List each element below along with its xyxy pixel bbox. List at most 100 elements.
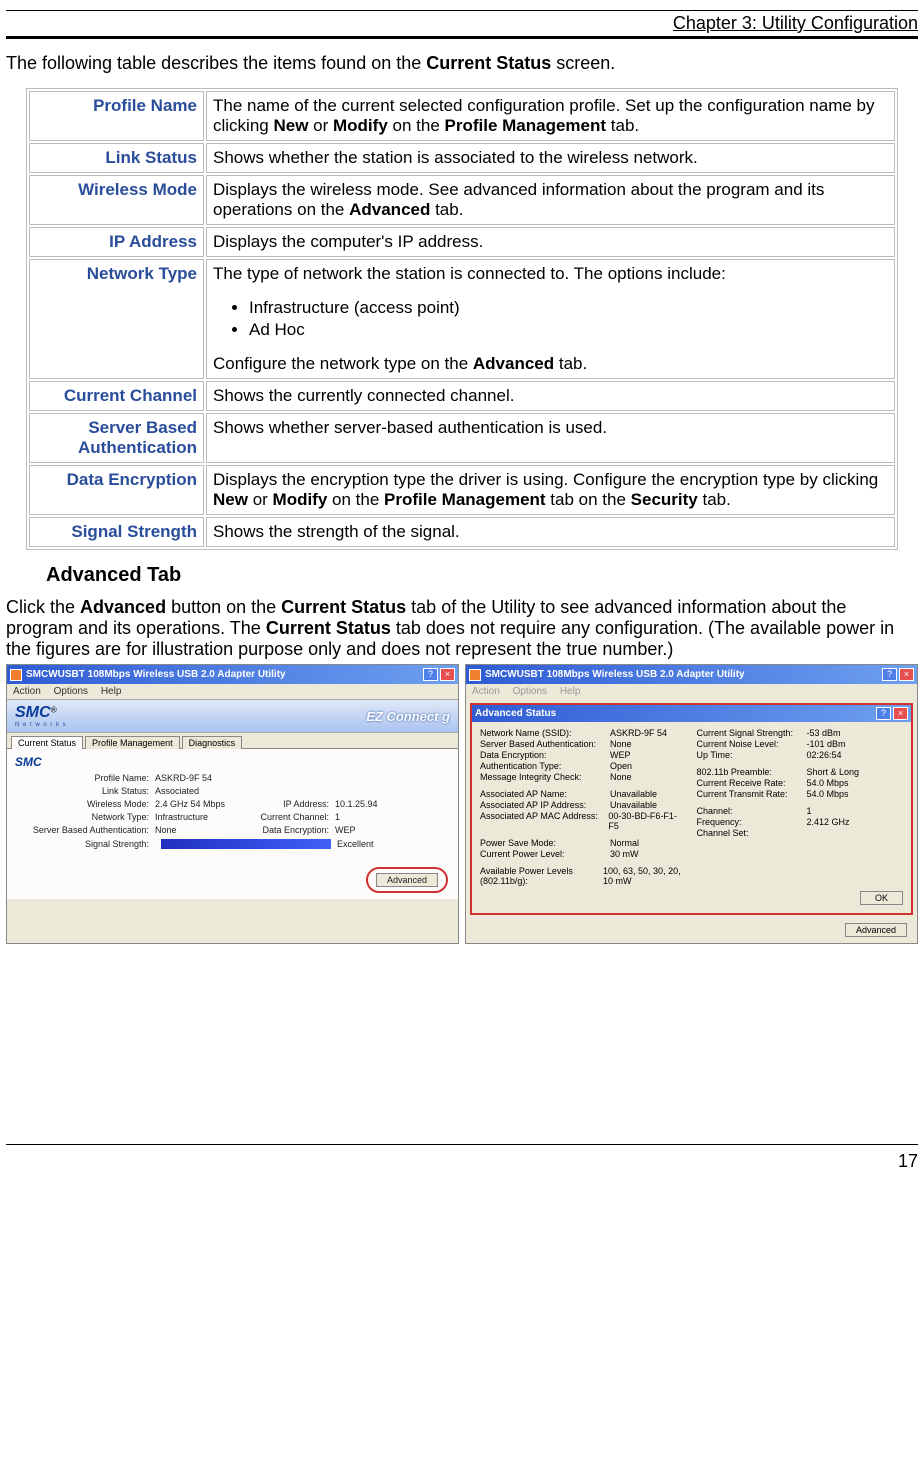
menu-options[interactable]: Options — [54, 686, 88, 697]
text: on the — [388, 116, 445, 135]
label: IP Address: — [255, 799, 335, 809]
titlebar-buttons: ? × — [423, 668, 455, 681]
close-button[interactable]: × — [440, 668, 455, 681]
app-icon — [10, 669, 22, 681]
bold-text: Profile Management — [445, 116, 607, 135]
label: Current Power Level: — [480, 849, 610, 859]
logo-subtext: N e t w o r k s — [15, 722, 67, 728]
value: 1 — [335, 812, 340, 822]
bold-text: New — [213, 490, 248, 509]
logo: SMC — [15, 704, 51, 721]
row-label: IP Address — [29, 227, 204, 257]
menu-help[interactable]: Help — [101, 686, 122, 697]
utility-window-current-status: SMCWUSBT 108Mbps Wireless USB 2.0 Adapte… — [6, 664, 459, 944]
bold-text: Modify — [273, 490, 328, 509]
ok-button[interactable]: OK — [860, 891, 903, 905]
text: tab. — [430, 200, 463, 219]
menu-bar: Action Options Help — [466, 684, 917, 699]
table-row: Profile Name The name of the current sel… — [29, 91, 895, 141]
value: 100, 63, 50, 30, 20, 10 mW — [603, 866, 686, 886]
tab-diagnostics[interactable]: Diagnostics — [182, 736, 243, 749]
text: or — [248, 490, 273, 509]
titlebar: SMCWUSBT 108Mbps Wireless USB 2.0 Adapte… — [7, 665, 458, 684]
tab-current-status[interactable]: Current Status — [11, 736, 83, 749]
text: Configure the network type on the — [213, 354, 473, 373]
row-desc: Shows the strength of the signal. — [206, 517, 895, 547]
dialog-body: Network Name (SSID):ASKRD-9F 54 Server B… — [472, 722, 911, 913]
ez-connect-label: EZ Connect g — [366, 709, 450, 724]
menu-action[interactable]: Action — [13, 686, 41, 697]
row-desc: Shows whether server-based authenticatio… — [206, 413, 895, 463]
help-button[interactable]: ? — [882, 668, 897, 681]
value: 1 — [807, 806, 812, 816]
label: 802.11b Preamble: — [697, 767, 807, 777]
menu-help: Help — [560, 686, 581, 697]
label: Frequency: — [697, 817, 807, 827]
label: Signal Strength: — [15, 839, 155, 849]
value: Normal — [610, 838, 639, 848]
titlebar-buttons: ? × — [882, 668, 914, 681]
menu-options: Options — [513, 686, 547, 697]
label: Current Transmit Rate: — [697, 789, 807, 799]
value: ASKRD-9F 54 — [610, 728, 667, 738]
value: 02:26:54 — [807, 750, 842, 760]
label: Available Power Levels (802.11b/g): — [480, 866, 603, 886]
bold-text: Profile Management — [384, 490, 546, 509]
section-intro: Click the Advanced button on the Current… — [6, 597, 918, 660]
dialog-title: Advanced Status — [475, 708, 876, 719]
text: tab. — [554, 354, 587, 373]
value: Excellent — [337, 839, 374, 849]
label: Network Type: — [15, 812, 155, 822]
utility-window-advanced-status: SMCWUSBT 108Mbps Wireless USB 2.0 Adapte… — [465, 664, 918, 944]
options-list: Infrastructure (access point) Ad Hoc — [231, 298, 888, 340]
label: Up Time: — [697, 750, 807, 760]
intro-text: The following table describes the items … — [6, 53, 426, 73]
label: Current Noise Level: — [697, 739, 807, 749]
label: Profile Name: — [15, 773, 155, 783]
bold-text: New — [273, 116, 308, 135]
advanced-highlight: Advanced — [366, 867, 448, 893]
dialog-title-buttons: ? × — [876, 707, 908, 720]
menu-action: Action — [472, 686, 500, 697]
table-row: Link Status Shows whether the station is… — [29, 143, 895, 173]
list-item: Infrastructure (access point) — [249, 298, 888, 318]
dialog-titlebar: Advanced Status ? × — [472, 705, 911, 722]
close-button[interactable]: × — [893, 707, 908, 720]
panel-body: SMC Profile Name:ASKRD-9F 54 Link Status… — [7, 749, 458, 899]
help-button[interactable]: ? — [876, 707, 891, 720]
value: 54.0 Mbps — [807, 789, 849, 799]
label: Wireless Mode: — [15, 799, 155, 809]
text: tab. — [698, 490, 731, 509]
advanced-button[interactable]: Advanced — [376, 873, 438, 887]
dialog-col-left: Network Name (SSID):ASKRD-9F 54 Server B… — [480, 728, 687, 887]
section-heading: Advanced Tab — [46, 564, 918, 587]
value: 54.0 Mbps — [807, 778, 849, 788]
table-row: Network Type The type of network the sta… — [29, 259, 895, 379]
bold-text: Advanced — [80, 597, 166, 617]
label: Current Signal Strength: — [697, 728, 807, 738]
text: or — [308, 116, 333, 135]
row-label: Data Encryption — [29, 465, 204, 515]
help-button[interactable]: ? — [423, 668, 438, 681]
close-button[interactable]: × — [899, 668, 914, 681]
row-desc: Shows whether the station is associated … — [206, 143, 895, 173]
figure-row: SMCWUSBT 108Mbps Wireless USB 2.0 Adapte… — [6, 664, 918, 944]
bold-text: Advanced — [349, 200, 430, 219]
value: 10.1.25.94 — [335, 799, 378, 809]
value: ASKRD-9F 54 — [155, 773, 255, 783]
bold-text: Advanced — [473, 354, 554, 373]
page-number: 17 — [898, 1151, 918, 1171]
label: Data Encryption: — [480, 750, 610, 760]
label: Power Save Mode: — [480, 838, 610, 848]
mini-logo: SMC — [15, 755, 450, 769]
intro-suffix: screen. — [551, 53, 615, 73]
tab-profile-management[interactable]: Profile Management — [85, 736, 180, 749]
advanced-button[interactable]: Advanced — [845, 923, 907, 937]
row-label: Server Based Authentication — [29, 413, 204, 463]
bold-text: Security — [631, 490, 698, 509]
value: Infrastructure — [155, 812, 255, 822]
value: None — [610, 772, 632, 782]
label: Server Based Authentication: — [15, 825, 155, 835]
row-label: Signal Strength — [29, 517, 204, 547]
row-desc: Displays the computer's IP address. — [206, 227, 895, 257]
